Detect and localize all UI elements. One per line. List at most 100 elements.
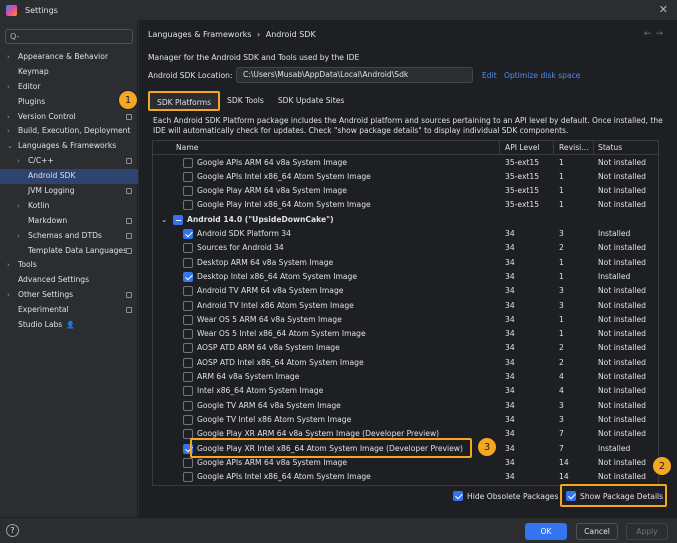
sidebar-item-version-control[interactable]: › Version Control xyxy=(0,110,138,125)
table-row[interactable]: Google TV ARM 64 v8a System Image 34 3 Not … xyxy=(153,399,658,413)
table-row[interactable]: Google Play ARM 64 v8a System Image 35-ex… xyxy=(153,184,658,198)
table-header: Name API Level Revisi... Status xyxy=(153,141,658,155)
package-checkbox[interactable] xyxy=(183,400,193,411)
package-checkbox[interactable] xyxy=(183,329,193,340)
package-checkbox[interactable] xyxy=(183,186,193,197)
table-row[interactable]: Wear OS 5 Intel x86_64 Atom System Image… xyxy=(153,327,658,341)
table-row[interactable]: Wear OS 5 ARM 64 v8a System Image 34 1 Not … xyxy=(153,313,658,327)
project-scope-icon xyxy=(126,113,132,120)
package-checkbox[interactable] xyxy=(183,357,193,368)
chevron-right-icon: › xyxy=(7,261,10,270)
sidebar-item-keymap[interactable]: Keymap xyxy=(0,65,138,80)
table-row[interactable]: Desktop ARM 64 v8a System Image 34 1 Not in… xyxy=(153,256,658,270)
package-checkbox[interactable] xyxy=(183,300,193,311)
sidebar-item-jvm-logging[interactable]: JVM Logging xyxy=(0,184,138,199)
search-input[interactable]: Q- xyxy=(5,29,133,44)
table-row[interactable]: Google APIs ARM 64 v8a System Image 35-ex… xyxy=(153,156,658,170)
table-row[interactable]: Sources for Android 34 34 2 Not installed xyxy=(153,241,658,255)
chevron-right-icon: › xyxy=(17,157,20,166)
table-row[interactable]: AOSP ATD Intel x86_64 Atom System Image 3… xyxy=(153,356,658,370)
table-group-row[interactable]: ⌄ Android 14.0 ("UpsideDownCake") xyxy=(153,213,658,227)
dialog-footer: ? OK Cancel Apply xyxy=(0,517,677,543)
sdk-location-label: Android SDK Location: xyxy=(148,71,233,80)
package-checkbox[interactable] xyxy=(183,271,193,282)
chevron-right-icon: › xyxy=(7,291,10,300)
project-scope-icon xyxy=(126,188,132,195)
table-row[interactable]: Android TV ARM 64 v8a System Image 34 3 Not… xyxy=(153,284,658,298)
chevron-right-icon: › xyxy=(17,201,20,210)
breadcrumb-parent[interactable]: Languages & Frameworks xyxy=(148,30,251,39)
package-checkbox[interactable] xyxy=(183,171,193,182)
project-scope-icon xyxy=(126,232,132,239)
sdk-package-table[interactable]: Name API Level Revisi... Status Google A… xyxy=(152,140,659,486)
edit-link[interactable]: Edit xyxy=(482,71,497,80)
ok-button[interactable]: OK xyxy=(525,523,567,540)
table-row[interactable]: Desktop Intel x86_64 Atom System Image 34… xyxy=(153,270,658,284)
sidebar-item-editor[interactable]: › Editor xyxy=(0,80,138,95)
sidebar-item-languages[interactable]: ⌄ Languages & Frameworks xyxy=(0,139,138,154)
sidebar-item-android-sdk[interactable]: Android SDK xyxy=(0,169,138,185)
project-scope-icon xyxy=(126,247,132,254)
breadcrumb-current: Android SDK xyxy=(265,30,316,39)
table-row[interactable]: Intel x86_64 Atom System Image 34 4 Not ins… xyxy=(153,384,658,398)
chevron-down-icon[interactable]: ⌄ xyxy=(161,215,167,224)
tab-sdk-update-sites[interactable]: SDK Update Sites xyxy=(271,91,352,111)
package-checkbox[interactable] xyxy=(183,372,193,382)
project-scope-icon xyxy=(126,292,132,299)
package-checkbox[interactable] xyxy=(183,257,193,268)
sidebar-item-schemas[interactable]: › Schemas and DTDs xyxy=(0,229,138,244)
package-checkbox[interactable] xyxy=(183,343,193,354)
optimize-disk-link[interactable]: Optimize disk space xyxy=(504,71,580,80)
package-checkbox[interactable] xyxy=(183,286,193,297)
chevron-right-icon: › xyxy=(7,127,10,136)
tab-sdk-tools[interactable]: SDK Tools xyxy=(220,91,271,111)
sidebar-item-build[interactable]: › Build, Execution, Deployment xyxy=(0,124,138,139)
cancel-button[interactable]: Cancel xyxy=(576,523,618,540)
sidebar-item-template-data[interactable]: Template Data Languages xyxy=(0,244,138,259)
package-checkbox[interactable] xyxy=(183,157,193,168)
nav-arrows: ←→ xyxy=(644,29,667,39)
android-studio-logo-icon xyxy=(6,4,17,16)
package-checkbox[interactable] xyxy=(183,457,193,468)
close-icon[interactable]: ✕ xyxy=(659,3,668,16)
sidebar-item-kotlin[interactable]: › Kotlin xyxy=(0,199,138,214)
sdk-location-input[interactable]: C:\Users\Musab\AppData\Local\Android\Sdk xyxy=(236,67,473,83)
back-arrow-icon[interactable]: ← xyxy=(644,29,656,39)
group-checkbox[interactable] xyxy=(173,214,183,225)
package-checkbox[interactable] xyxy=(183,243,193,254)
package-checkbox[interactable] xyxy=(183,386,193,397)
col-status[interactable]: Status xyxy=(598,143,622,152)
hide-obsolete-checkbox[interactable] xyxy=(453,491,463,501)
table-row[interactable]: Google TV Intel x86 Atom System Image 34 3… xyxy=(153,413,658,427)
sidebar-item-other[interactable]: › Other Settings xyxy=(0,288,138,303)
package-checkbox[interactable] xyxy=(183,200,193,211)
package-checkbox[interactable] xyxy=(183,414,193,425)
table-row[interactable]: AOSP ATD ARM 64 v8a System Image 34 2 Not i… xyxy=(153,341,658,355)
table-row[interactable]: Google Play Intel x86_64 Atom System Ima… xyxy=(153,198,658,212)
package-checkbox[interactable] xyxy=(183,314,193,325)
col-revision[interactable]: Revisi... xyxy=(559,143,589,152)
sidebar-item-tools[interactable]: › Tools xyxy=(0,258,138,273)
forward-arrow-icon[interactable]: → xyxy=(655,29,667,39)
step-badge-3: 3 xyxy=(477,437,497,457)
table-row[interactable]: ARM 64 v8a System Image 34 4 Not installed xyxy=(153,370,658,384)
sidebar-item-markdown[interactable]: Markdown xyxy=(0,214,138,229)
chevron-right-icon: › xyxy=(7,112,10,121)
sidebar-item-advanced[interactable]: Advanced Settings xyxy=(0,273,138,288)
sidebar-item-studio-labs[interactable]: Studio Labs 👤 xyxy=(0,318,138,333)
tab-sdk-platforms[interactable]: SDK Platforms xyxy=(148,91,221,111)
sidebar-item-appearance[interactable]: › Appearance & Behavior xyxy=(0,50,138,65)
table-row[interactable]: Google APIs Intel x86_64 Atom System Ima… xyxy=(153,170,658,184)
help-icon[interactable]: ? xyxy=(6,524,19,537)
table-row[interactable]: Android TV Intel x86 Atom System Image 34… xyxy=(153,299,658,313)
package-checkbox[interactable] xyxy=(183,472,193,483)
package-checkbox[interactable] xyxy=(183,229,193,239)
col-name[interactable]: Name xyxy=(176,143,198,152)
table-row[interactable]: Android SDK Platform 34 34 3 Installed xyxy=(153,227,658,241)
col-api-level[interactable]: API Level xyxy=(505,143,539,152)
apply-button[interactable]: Apply xyxy=(626,523,668,540)
table-row[interactable]: Google APIs Intel x86_64 Atom System Ima… xyxy=(153,470,658,484)
step-badge-1: 1 xyxy=(118,90,138,110)
sidebar-item-cpp[interactable]: › C/C++ xyxy=(0,154,138,169)
sidebar-item-experimental[interactable]: Experimental xyxy=(0,303,138,318)
